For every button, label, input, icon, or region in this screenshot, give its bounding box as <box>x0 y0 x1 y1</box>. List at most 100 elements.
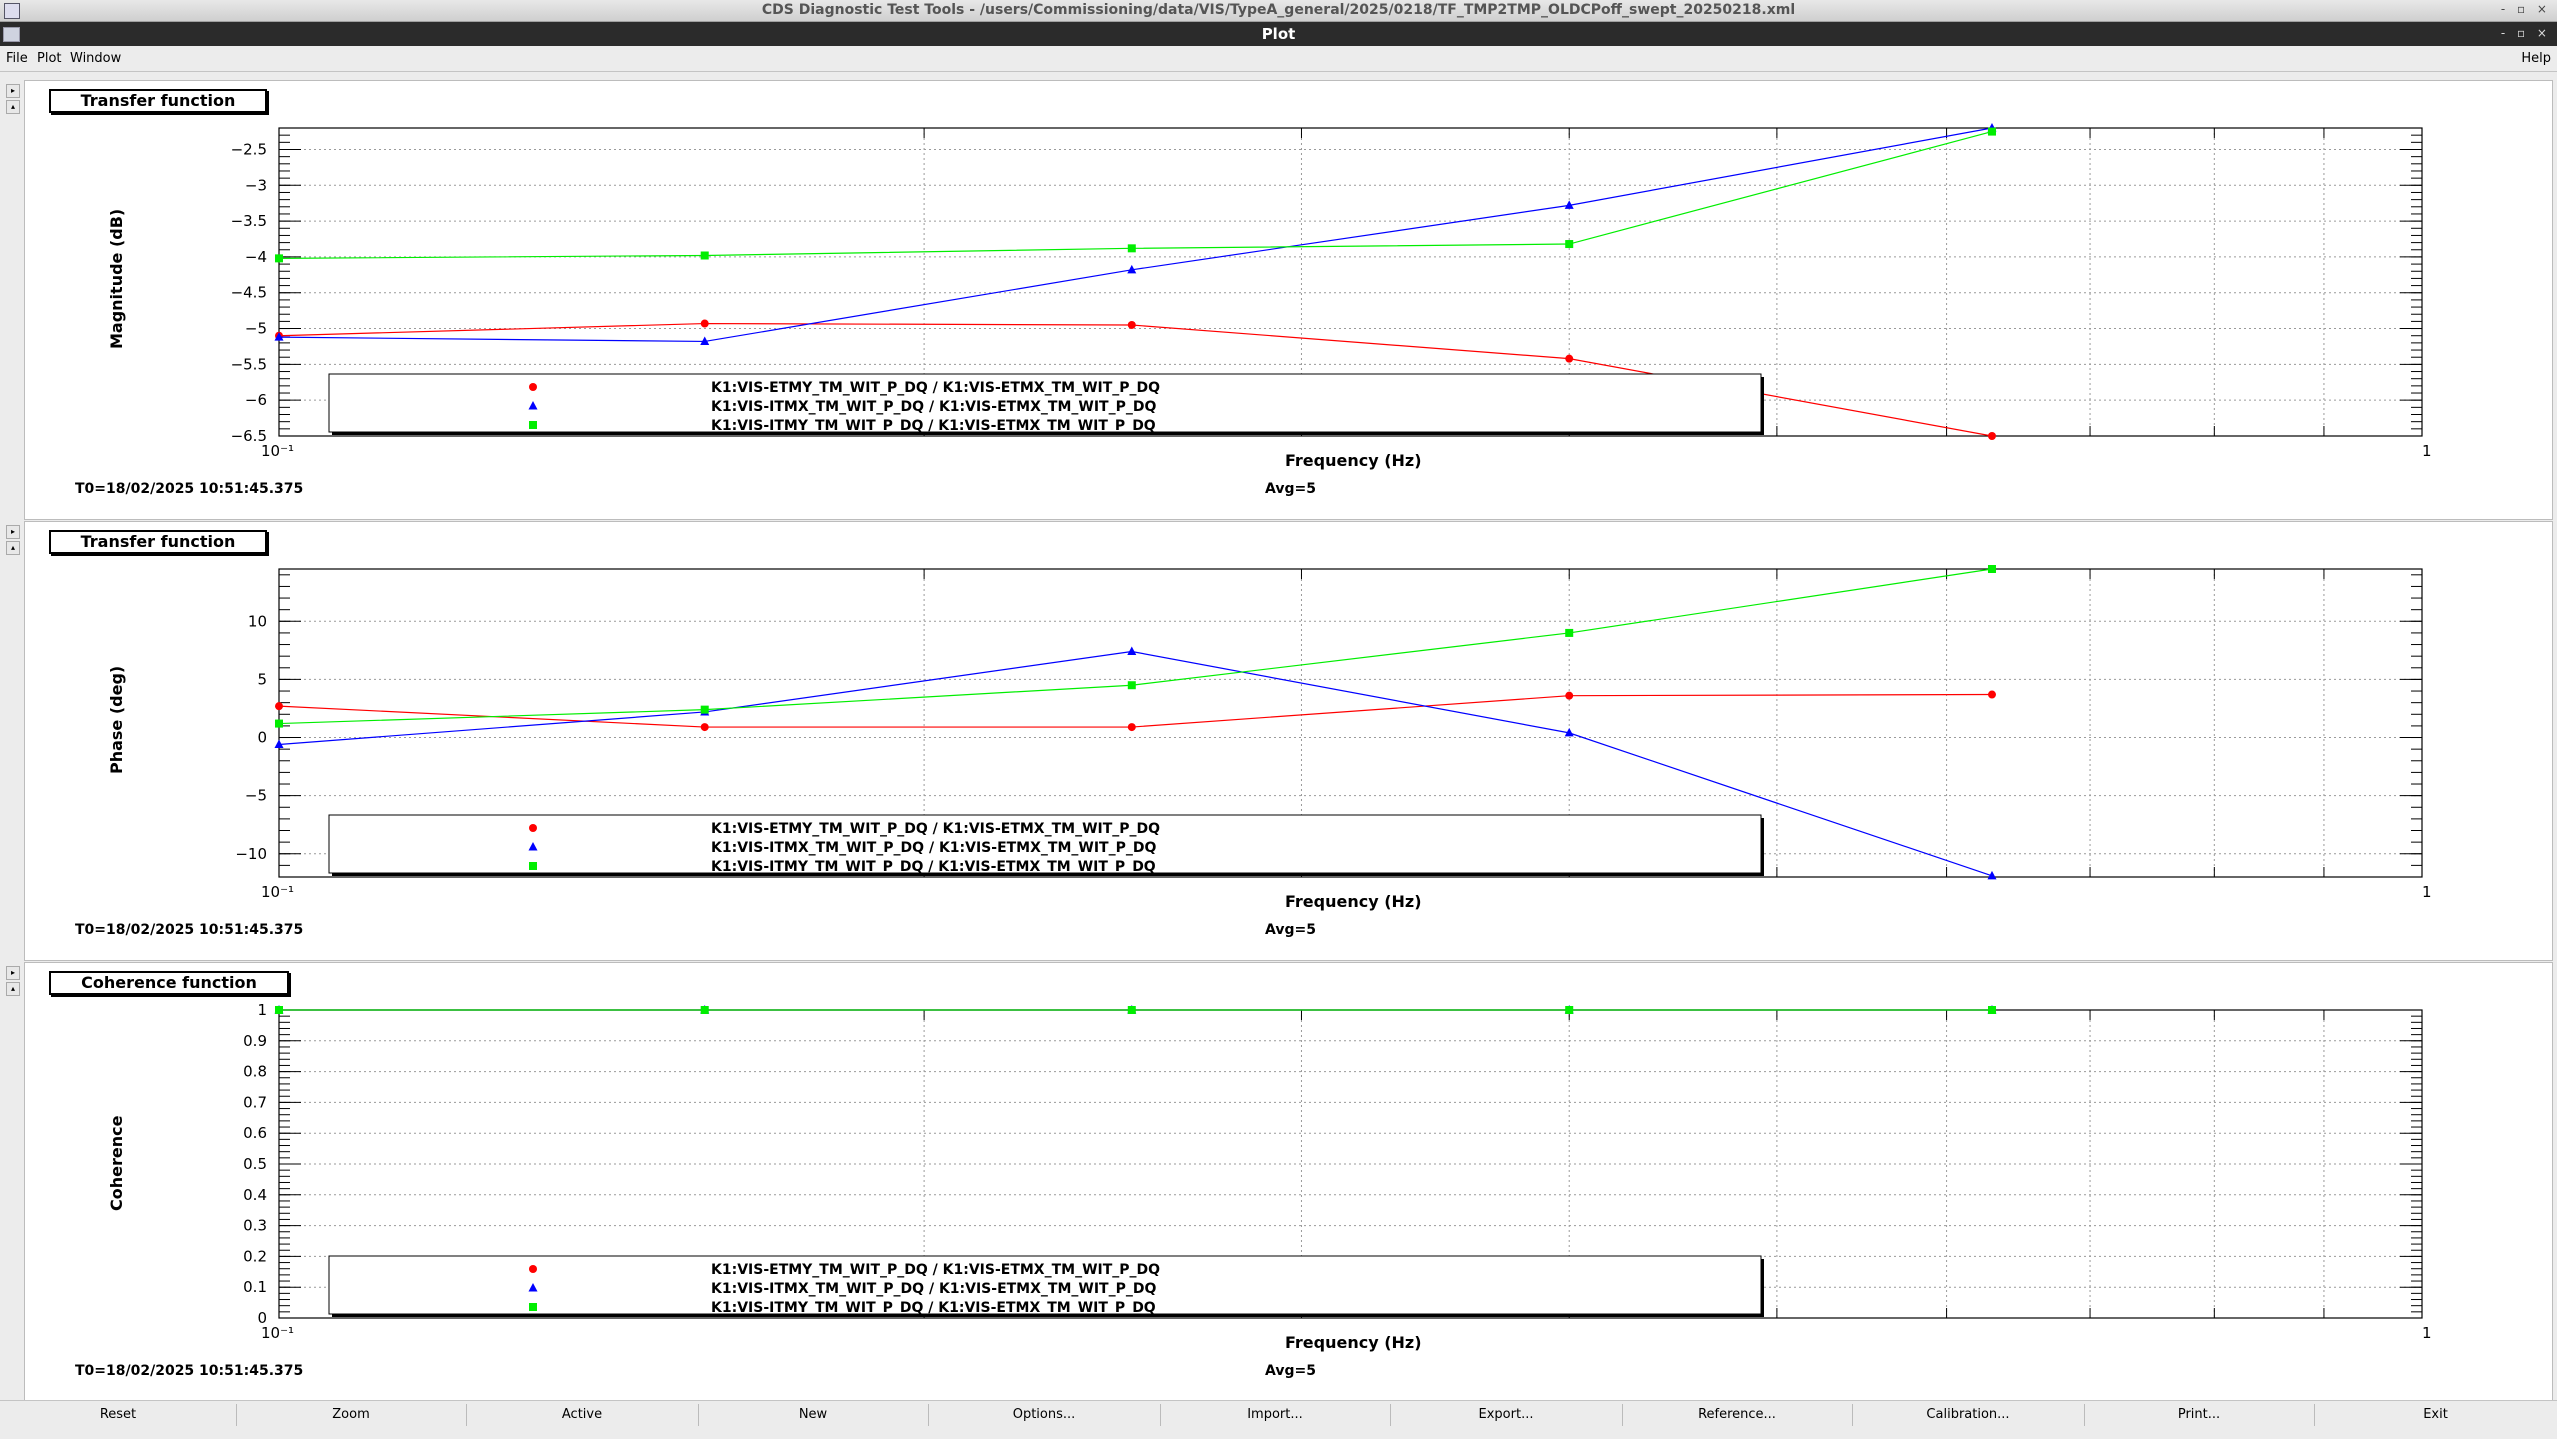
calibration-button[interactable]: Calibration... <box>1852 1404 2085 1426</box>
t0-timestamp: T0=18/02/2025 10:51:45.375 <box>75 1363 304 1379</box>
exit-button[interactable]: Exit <box>2314 1404 2557 1426</box>
x-tick-label: 1 <box>2422 442 2432 460</box>
window-title: CDS Diagnostic Test Tools - /users/Commi… <box>761 2 1796 18</box>
legend-marker <box>529 1265 537 1273</box>
legend: K1:VIS-ETMY_TM_WIT_P_DQ / K1:VIS-ETMX_TM… <box>328 1255 1764 1317</box>
data-point <box>1565 691 1574 700</box>
data-point <box>1127 681 1136 690</box>
avg-count: Avg=5 <box>1265 1363 1316 1379</box>
panel-1-expand-button[interactable]: ▸ <box>6 84 20 98</box>
menu-help[interactable]: Help <box>2521 51 2551 66</box>
data-point <box>1987 690 1996 699</box>
legend: K1:VIS-ETMY_TM_WIT_P_DQ / K1:VIS-ETMX_TM… <box>328 814 1764 876</box>
new-button[interactable]: New <box>698 1404 929 1426</box>
data-point <box>1565 628 1574 637</box>
panel-3-collapse-button[interactable]: ▴ <box>6 982 20 996</box>
data-point <box>1987 432 1996 440</box>
series-line <box>278 131 1993 259</box>
y-axis-label: Coherence <box>107 1115 126 1211</box>
x-axis-label: Frequency (Hz) <box>1285 451 1422 470</box>
plot-panel-phase: Transfer function 10 5 0 −5 −10 10⁻¹ 1 K1:VIS-E… <box>24 521 2553 961</box>
x-axis-label: Frequency (Hz) <box>1285 892 1422 911</box>
import-button[interactable]: Import... <box>1160 1404 1391 1426</box>
plot-window-controls[interactable]: - ▫ × <box>2501 26 2551 40</box>
reset-button[interactable]: Reset <box>0 1404 237 1426</box>
data-point <box>700 251 709 260</box>
x-tick-label: 1 <box>2422 1324 2432 1342</box>
y-tick-label: −4.5 <box>231 284 267 302</box>
legend: K1:VIS-ETMY_TM_WIT_P_DQ / K1:VIS-ETMX_TM… <box>328 373 1764 435</box>
reference-button[interactable]: Reference... <box>1622 1404 1853 1426</box>
y-tick-label: 0.9 <box>243 1032 267 1050</box>
legend-label: K1:VIS-ETMY_TM_WIT_P_DQ / K1:VIS-ETMX_TM… <box>711 1262 1160 1278</box>
plot-panel-magnitude: Transfer function −2.5 −3 −3.5 −4 −4.5 −5 −5.5… <box>24 80 2553 520</box>
y-tick-label: 0.8 <box>243 1063 267 1081</box>
data-point <box>1565 1006 1574 1014</box>
panel-3-expand-button[interactable]: ▸ <box>6 966 20 980</box>
y-tick-label: 0.2 <box>243 1247 267 1265</box>
y-tick-label: 0.3 <box>243 1217 267 1235</box>
panel-2-expand-button[interactable]: ▸ <box>6 525 20 539</box>
legend-marker <box>529 862 537 870</box>
y-tick-label: −2.5 <box>231 140 267 158</box>
series-line <box>278 127 1993 343</box>
y-tick-label: −4 <box>245 248 267 266</box>
legend-marker <box>529 824 537 832</box>
print-button[interactable]: Print... <box>2084 1404 2315 1426</box>
y-tick-label: 0.4 <box>243 1186 267 1204</box>
x-tick-label: 10⁻¹ <box>261 1324 294 1342</box>
y-tick-label: 1 <box>257 1001 267 1019</box>
data-point <box>275 254 283 263</box>
data-point <box>1987 127 1996 136</box>
window-titlebar: CDS Diagnostic Test Tools - /users/Commi… <box>0 0 2557 22</box>
zoom-button[interactable]: Zoom <box>236 1404 467 1426</box>
export-button[interactable]: Export... <box>1390 1404 1623 1426</box>
data-point <box>1987 565 1996 573</box>
legend-label: K1:VIS-ITMY_TM_WIT_P_DQ / K1:VIS-ETMX_TM… <box>711 418 1156 434</box>
panel-2-collapse-button[interactable]: ▴ <box>6 541 20 555</box>
y-tick-label: 0.1 <box>243 1278 267 1296</box>
menu-plot[interactable]: Plot <box>37 51 62 66</box>
y-axis-label: Phase (deg) <box>107 665 126 774</box>
data-point <box>275 1006 283 1014</box>
data-point <box>275 702 283 711</box>
window-controls[interactable]: - ▫ × <box>2501 2 2551 16</box>
x-tick-label: 10⁻¹ <box>261 442 294 460</box>
plot-panel-coherence: Coherence function 1 0.9 0.8 0.7 0.6 0.5 0.4 0.… <box>24 962 2553 1402</box>
legend-marker <box>529 421 537 429</box>
y-tick-label: −5.5 <box>231 355 267 373</box>
data-point <box>1127 723 1136 732</box>
data-point <box>1127 646 1137 656</box>
menu-file[interactable]: File <box>6 51 28 66</box>
avg-count: Avg=5 <box>1265 481 1316 497</box>
legend-label: K1:VIS-ITMX_TM_WIT_P_DQ / K1:VIS-ETMX_TM… <box>711 840 1156 856</box>
y-tick-label: 5 <box>257 670 267 688</box>
legend-label: K1:VIS-ETMY_TM_WIT_P_DQ / K1:VIS-ETMX_TM… <box>711 380 1160 396</box>
y-tick-label: 0.7 <box>243 1093 267 1111</box>
y-tick-label: −3.5 <box>231 212 267 230</box>
y-tick-label: 0.5 <box>243 1155 267 1173</box>
y-tick-label: 10 <box>248 612 267 630</box>
menubar: File Plot Window Help <box>0 47 2557 72</box>
menu-window[interactable]: Window <box>70 51 121 66</box>
panel-1-collapse-button[interactable]: ▴ <box>6 100 20 114</box>
data-point <box>700 705 709 714</box>
data-point <box>1565 240 1574 249</box>
x-axis-label: Frequency (Hz) <box>1285 1333 1422 1352</box>
legend-label: K1:VIS-ITMX_TM_WIT_P_DQ / K1:VIS-ETMX_TM… <box>711 399 1156 415</box>
data-point <box>1987 1006 1996 1014</box>
y-tick-label: −3 <box>245 176 267 194</box>
series-line <box>278 568 1993 725</box>
y-tick-label: −5 <box>245 787 267 805</box>
x-tick-label: 1 <box>2422 883 2432 901</box>
legend-marker <box>529 383 537 391</box>
data-point <box>1127 320 1136 329</box>
y-tick-label: 0 <box>257 729 267 747</box>
y-tick-label: 0.6 <box>243 1124 267 1142</box>
options-button[interactable]: Options... <box>928 1404 1161 1426</box>
x-tick-label: 10⁻¹ <box>261 883 294 901</box>
active-button[interactable]: Active <box>466 1404 699 1426</box>
y-tick-label: −6 <box>245 391 267 409</box>
data-point <box>1565 354 1574 363</box>
y-tick-label: −5 <box>245 320 267 338</box>
